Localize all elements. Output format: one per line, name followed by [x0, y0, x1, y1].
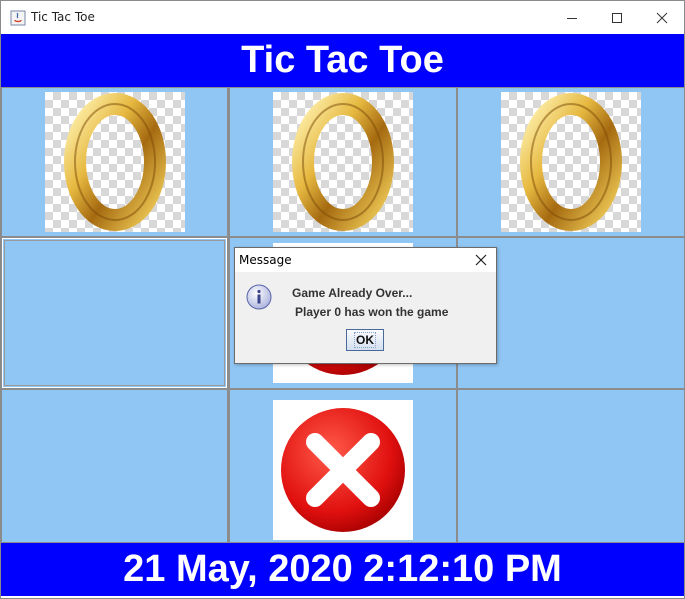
java-app-icon: [10, 10, 26, 26]
board-cell-1[interactable]: [2, 88, 227, 236]
dialog-titlebar[interactable]: Message: [235, 248, 496, 272]
maximize-icon: [612, 12, 622, 23]
game-title-banner: Tic Tac Toe: [1, 34, 684, 87]
board-cell-8[interactable]: [230, 390, 456, 542]
board-cell-7[interactable]: [2, 390, 227, 542]
dialog-close-button[interactable]: [466, 248, 496, 272]
gold-zero-icon: [292, 93, 394, 231]
info-icon: [246, 284, 272, 310]
board-cell-3[interactable]: [458, 88, 684, 236]
message-line-1: Game Already Over...: [292, 286, 413, 300]
red-x-icon: [281, 408, 405, 532]
message-line-2: Player 0 has won the game: [295, 305, 449, 319]
message-dialog: Message Game Already Over... Player 0 ha…: [234, 247, 497, 364]
board-cell-2[interactable]: [230, 88, 456, 236]
close-icon: [475, 254, 487, 266]
o-mark-tile: [501, 92, 641, 232]
maximize-button[interactable]: [594, 1, 640, 34]
minimize-button[interactable]: [549, 1, 595, 34]
o-mark-tile: [44, 92, 185, 232]
ok-button-label: OK: [354, 332, 376, 348]
ok-button[interactable]: OK: [346, 329, 384, 351]
gold-zero-icon: [520, 93, 622, 231]
dialog-title: Message: [239, 253, 292, 267]
o-mark-tile: [273, 92, 413, 232]
gold-zero-icon: [63, 93, 166, 231]
window-titlebar[interactable]: Tic Tac Toe: [1, 1, 684, 34]
app-window: Tic Tac Toe Tic Tac Toe 21 May, 2020 2:1…: [0, 0, 685, 599]
datetime-banner: 21 May, 2020 2:12:10 PM: [1, 543, 684, 596]
close-icon: [656, 12, 668, 23]
close-window-button[interactable]: [639, 1, 684, 34]
minimize-icon: [567, 17, 577, 19]
window-title: Tic Tac Toe: [31, 10, 95, 24]
board-cell-9[interactable]: [458, 390, 684, 542]
x-mark-tile: [273, 400, 413, 540]
board-cell-4[interactable]: [2, 238, 227, 388]
